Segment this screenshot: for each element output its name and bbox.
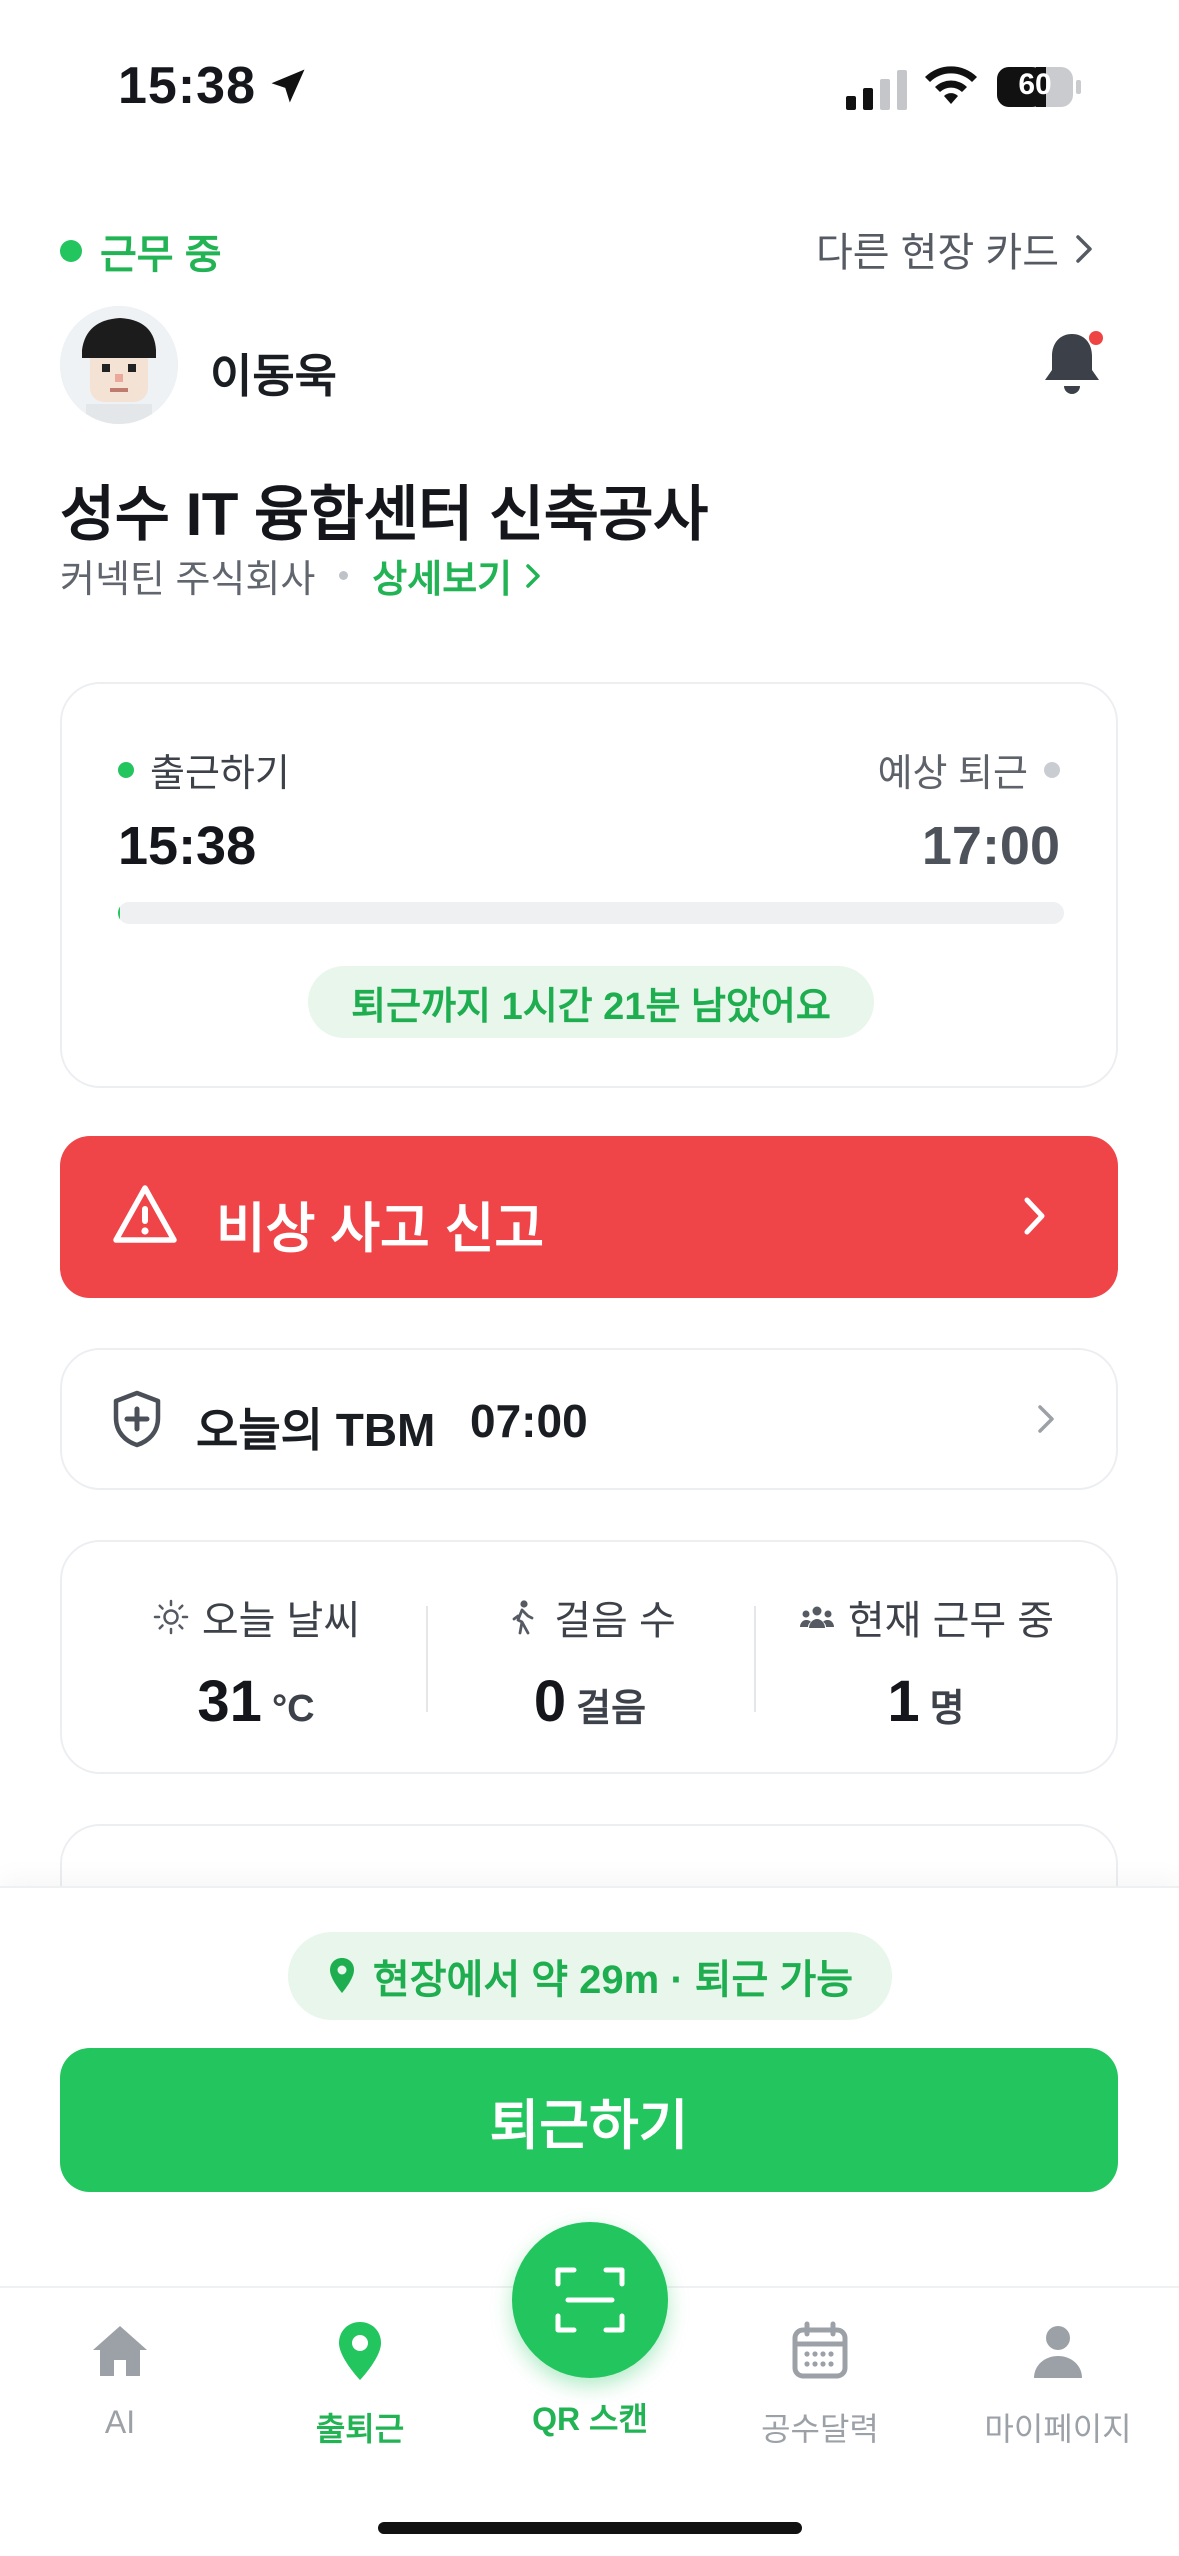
person-icon bbox=[1034, 2326, 1082, 2378]
steps-label: 걸음 수 bbox=[554, 1599, 676, 1643]
commute-card: 출근하기 15:38 예상 퇴근 17:00 퇴근까지 1시간 21분 남았어요 bbox=[60, 682, 1118, 1088]
weather-value: 31 bbox=[197, 1669, 262, 1734]
site-subtitle: 커넥틴 주식회사 상세보기 bbox=[60, 548, 542, 603]
other-site-card-link[interactable]: 다른 현장 카드 bbox=[816, 220, 1095, 278]
stats-card: 오늘 날씨 31 °C 걸음 수 0 걸음 현재 근무 중 1명 bbox=[60, 1540, 1118, 1774]
geofence-text: 현장에서 약 29m · 퇴근 가능 bbox=[372, 1958, 854, 2002]
sun-icon bbox=[153, 1599, 189, 1635]
tab-ai[interactable]: AI bbox=[20, 2318, 220, 2441]
workers-label: 현재 근무 중 bbox=[847, 1599, 1055, 1643]
weather-unit: °C bbox=[271, 1688, 315, 1730]
expected-checkout-block: 예상 퇴근 17:00 bbox=[878, 742, 1060, 877]
expected-dot bbox=[1044, 761, 1060, 778]
warning-triangle-icon bbox=[113, 1185, 177, 1243]
tbm-label: 오늘의 TBM bbox=[196, 1404, 436, 1456]
tab-commute[interactable]: 출퇴근 bbox=[260, 2318, 460, 2450]
tab-mypage[interactable]: 마이페이지 bbox=[958, 2318, 1158, 2450]
tbm-card[interactable]: 오늘의 TBM 07:00 bbox=[60, 1348, 1118, 1490]
geofence-status-pill: 현장에서 약 29m · 퇴근 가능 bbox=[288, 1932, 892, 2020]
work-progress-fill bbox=[118, 902, 120, 924]
work-progress-bar bbox=[118, 902, 1064, 924]
avatar[interactable] bbox=[60, 306, 178, 424]
steps-value: 0 bbox=[533, 1669, 567, 1734]
cellular-signal-icon bbox=[846, 70, 907, 110]
location-pin-icon bbox=[339, 2322, 381, 2380]
emergency-report-label: 비상 사고 신고 bbox=[216, 1199, 545, 1259]
status-bar: 15:38 60 bbox=[0, 0, 1179, 170]
tab-mypage-label: 마이페이지 bbox=[984, 2411, 1132, 2447]
location-pin-icon bbox=[329, 1958, 354, 1993]
bell-icon bbox=[1045, 331, 1103, 394]
people-icon bbox=[799, 1606, 834, 1628]
checkin-time: 15:38 bbox=[118, 816, 257, 876]
notification-bell-button[interactable] bbox=[1038, 326, 1106, 400]
remaining-time-pill: 퇴근까지 1시간 21분 남았어요 bbox=[308, 966, 874, 1038]
stat-divider bbox=[426, 1606, 428, 1712]
emergency-report-button[interactable]: 비상 사고 신고 bbox=[60, 1136, 1118, 1298]
checkin-dot bbox=[118, 761, 134, 778]
company-name: 커넥틴 주식회사 bbox=[60, 559, 316, 601]
tab-calendar-label: 공수달력 bbox=[761, 2411, 879, 2447]
tab-ai-label: AI bbox=[104, 2404, 136, 2440]
weather-stat: 오늘 날씨 31 °C bbox=[106, 1588, 406, 1735]
workers-unit: 명 bbox=[929, 1688, 965, 1730]
tab-calendar[interactable]: 공수달력 bbox=[720, 2318, 920, 2450]
home-icon bbox=[93, 2326, 147, 2376]
checkin-block: 출근하기 15:38 bbox=[118, 742, 290, 877]
separator-dot bbox=[339, 571, 349, 580]
status-dot bbox=[60, 240, 82, 262]
steps-stat: 걸음 수 0 걸음 bbox=[440, 1588, 740, 1735]
detail-link-label: 상세보기 bbox=[372, 559, 513, 601]
chevron-right-icon bbox=[1076, 235, 1092, 263]
battery-icon: 60 bbox=[996, 66, 1082, 108]
workers-stat: 현재 근무 중 1명 bbox=[776, 1588, 1076, 1735]
stat-divider bbox=[754, 1606, 756, 1712]
checkout-button[interactable]: 퇴근하기 bbox=[60, 2048, 1118, 2192]
site-title: 성수 IT 융합센터 신축공사 bbox=[60, 481, 708, 548]
walk-icon bbox=[512, 1600, 534, 1635]
status-time: 15:38 bbox=[118, 57, 256, 115]
expected-label: 예상 퇴근 bbox=[877, 753, 1028, 795]
other-site-label: 다른 현장 카드 bbox=[815, 231, 1059, 275]
qr-scan-icon bbox=[555, 2267, 625, 2333]
tbm-time: 07:00 bbox=[470, 1395, 588, 1447]
qr-scan-button[interactable] bbox=[512, 2222, 668, 2378]
work-status-label: 근무 중 bbox=[100, 233, 222, 277]
workers-value: 1 bbox=[887, 1669, 920, 1734]
wifi-icon bbox=[925, 66, 977, 104]
chevron-right-icon bbox=[526, 563, 540, 588]
home-indicator bbox=[378, 2522, 802, 2534]
user-name: 이동욱 bbox=[210, 350, 337, 402]
steps-unit: 걸음 bbox=[576, 1688, 647, 1730]
chevron-right-icon bbox=[1038, 1405, 1054, 1433]
chevron-right-icon bbox=[1024, 1197, 1045, 1235]
weather-label: 오늘 날씨 bbox=[201, 1599, 361, 1643]
work-status: 근무 중 bbox=[60, 222, 222, 280]
calendar-icon bbox=[792, 2321, 848, 2379]
location-arrow-icon bbox=[271, 69, 305, 103]
battery-level: 60 bbox=[1018, 68, 1052, 101]
tab-commute-label: 출퇴근 bbox=[315, 2411, 405, 2447]
expected-time: 17:00 bbox=[921, 816, 1060, 876]
tab-qr-label: QR 스캔 bbox=[532, 2401, 648, 2437]
detail-link[interactable]: 상세보기 bbox=[372, 548, 542, 603]
notification-dot bbox=[1089, 331, 1103, 345]
shield-plus-icon bbox=[113, 1390, 161, 1448]
checkin-label: 출근하기 bbox=[150, 753, 290, 795]
